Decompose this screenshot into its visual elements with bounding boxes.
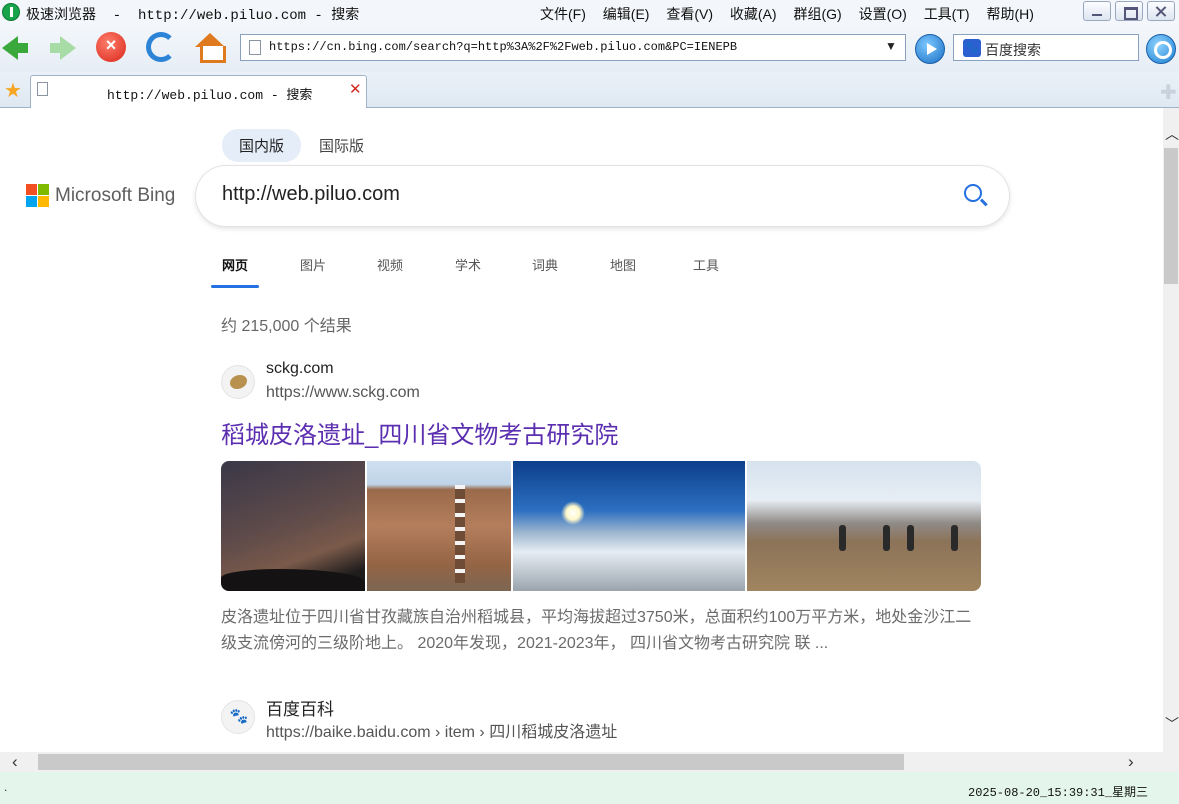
site-favicon-icon <box>221 365 255 399</box>
back-arrow-icon[interactable] <box>2 32 34 64</box>
scroll-left-icon[interactable]: ‹ <box>12 752 18 772</box>
favorites-star-icon[interactable]: ★ <box>4 81 22 101</box>
result-snippet: 皮洛遗址位于四川省甘孜藏族自治州稻城县，平均海拔超过3750米，总面积约100万… <box>221 609 972 652</box>
tab-title: http://web.piluo.com - 搜索 <box>107 88 313 103</box>
scroll-right-icon[interactable]: › <box>1128 752 1134 772</box>
result-site-name[interactable]: sckg.com <box>266 360 334 378</box>
result-site-name[interactable]: 百度百科 <box>266 695 334 720</box>
status-bar: . 2025-08-20_15:39:31_星期三 <box>0 772 1179 804</box>
microsoft-logo-icon <box>26 184 49 207</box>
tab-strip: ★ http://web.piluo.com - 搜索 ✕ ✚ <box>0 72 1179 108</box>
scope-maps[interactable]: 地图 <box>610 255 636 274</box>
forward-arrow-icon[interactable] <box>46 32 78 64</box>
tab-close-icon[interactable]: ✕ <box>349 80 362 98</box>
result-url[interactable]: https://baike.baidu.com › item › 四川稻城皮洛遗… <box>266 718 617 742</box>
result-image-strip <box>221 461 981 591</box>
scope-images[interactable]: 图片 <box>300 255 326 274</box>
search-engine-box[interactable]: 🐾 百度搜索 <box>953 34 1139 61</box>
page-icon <box>249 40 261 55</box>
menu-tools[interactable]: 工具(T) <box>924 4 970 24</box>
search-query-text[interactable]: http://web.piluo.com <box>222 183 400 206</box>
menu-file[interactable]: 文件(F) <box>540 4 586 24</box>
search-icon[interactable] <box>964 184 982 202</box>
region-domestic-tab[interactable]: 国内版 <box>222 129 302 162</box>
result-image-night-sky[interactable] <box>221 461 365 591</box>
menu-edit[interactable]: 编辑(E) <box>603 4 650 24</box>
dropdown-arrow-icon[interactable]: ▼ <box>885 39 897 53</box>
result-count: 约 215,000 个结果 <box>221 318 352 335</box>
window-title: 极速浏览器 - http://web.piluo.com - 搜索 <box>26 8 360 24</box>
scope-dictionary[interactable]: 词典 <box>532 255 558 274</box>
scope-academic[interactable]: 学术 <box>455 255 481 274</box>
search-input[interactable]: http://web.piluo.com <box>196 166 1009 226</box>
menu-settings[interactable]: 设置(O) <box>859 4 907 24</box>
menu-view[interactable]: 查看(V) <box>666 4 713 24</box>
menu-favorites[interactable]: 收藏(A) <box>730 4 777 24</box>
vertical-scroll-thumb[interactable] <box>1164 148 1178 284</box>
new-tab-plus-icon[interactable]: ✚ <box>1160 80 1177 105</box>
result-url[interactable]: https://www.sckg.com <box>266 384 420 402</box>
result-title-link[interactable]: 稻城皮洛遗址_四川省文物考古研究院 <box>221 415 618 450</box>
close-window-button[interactable] <box>1147 1 1175 21</box>
maximize-button[interactable] <box>1115 1 1143 21</box>
result-image-excavation-site[interactable] <box>747 461 981 591</box>
address-text[interactable]: https://cn.bing.com/search?q=http%3A%2F%… <box>269 40 737 54</box>
browser-logo-icon <box>2 3 20 21</box>
scope-web[interactable]: 网页 <box>222 255 248 274</box>
result-image-excavation-wall[interactable] <box>367 461 511 591</box>
region-international-tab[interactable]: 国际版 <box>302 129 381 162</box>
address-bar[interactable]: https://cn.bing.com/search?q=http%3A%2F%… <box>240 34 906 61</box>
title-bar: 极速浏览器 - http://web.piluo.com - 搜索 文件(F) … <box>0 0 1179 26</box>
tab-page-icon <box>37 82 48 96</box>
go-icon[interactable] <box>915 34 945 64</box>
region-toggle: 国内版 国际版 <box>222 129 382 162</box>
search-engine-placeholder: 百度搜索 <box>985 42 1041 58</box>
scroll-down-icon[interactable]: ﹀ <box>1165 714 1179 734</box>
horizontal-scroll-thumb[interactable] <box>38 754 904 770</box>
result-image-panorama[interactable] <box>513 461 745 591</box>
scope-tools[interactable]: 工具 <box>693 255 719 274</box>
bing-results-page: 国内版 国际版 Microsoft Bing http://web.piluo.c… <box>0 108 1163 752</box>
active-scope-indicator <box>211 285 259 288</box>
home-icon[interactable] <box>194 32 226 64</box>
search-go-icon[interactable] <box>1146 34 1176 64</box>
minimize-button[interactable] <box>1083 1 1111 21</box>
baidu-favicon-icon: 🐾 <box>221 700 255 734</box>
scroll-up-icon[interactable]: ︿ <box>1165 124 1179 144</box>
scope-videos[interactable]: 视频 <box>377 255 403 274</box>
tab-bing-search[interactable]: http://web.piluo.com - 搜索 ✕ <box>30 75 367 108</box>
status-text: . <box>4 780 8 794</box>
menu-groups[interactable]: 群组(G) <box>793 4 841 24</box>
refresh-icon[interactable] <box>146 32 176 62</box>
menu-help[interactable]: 帮助(H) <box>986 4 1033 24</box>
vertical-scrollbar[interactable]: ︿ ﹀ <box>1163 108 1179 752</box>
menu-bar: 文件(F) 编辑(E) 查看(V) 收藏(A) 群组(G) 设置(O) 工具(T… <box>540 4 1047 24</box>
horizontal-scrollbar[interactable]: ‹ › <box>0 752 1179 772</box>
stop-icon[interactable]: × <box>96 32 126 62</box>
baidu-paw-icon: 🐾 <box>963 39 981 57</box>
status-clock: 2025-08-20_15:39:31_星期三 <box>968 786 1149 800</box>
brand-name: Microsoft Bing <box>55 185 176 206</box>
